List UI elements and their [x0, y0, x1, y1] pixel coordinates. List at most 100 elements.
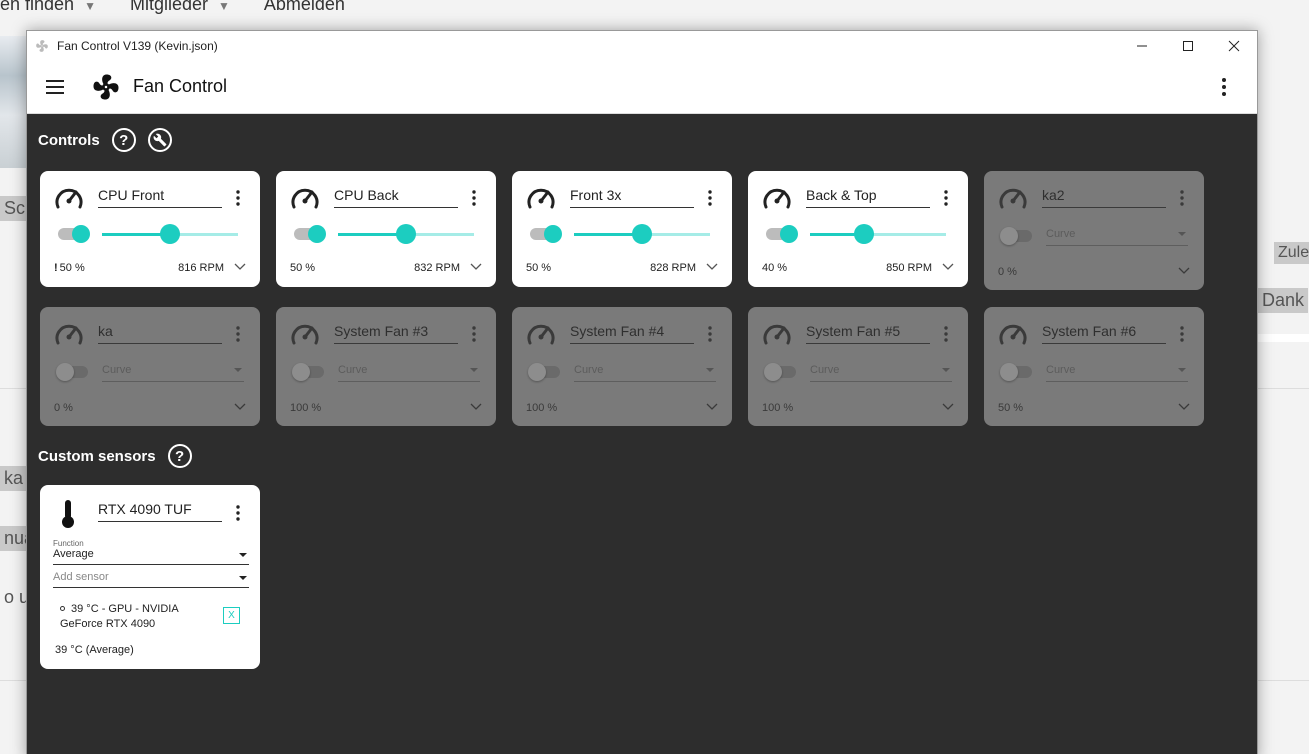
card-more-icon[interactable] [1180, 326, 1184, 342]
fan-speed-slider[interactable] [574, 224, 710, 244]
fan-enable-toggle[interactable] [294, 225, 326, 243]
slider-thumb[interactable] [396, 224, 416, 244]
fan-name-field[interactable]: System Fan #6 [1042, 323, 1166, 344]
expand-chevron-icon[interactable] [706, 403, 718, 411]
gauge-icon [291, 324, 319, 345]
sensor-entry-line2: GeForce RTX 4090 [60, 618, 156, 630]
fan-control-card: ka Curve 0 % [40, 307, 260, 426]
fan-percent: 100 % [290, 402, 322, 414]
fan-control-card: CPU Front! 50 % 816 RPM [40, 171, 260, 287]
fan-name-field[interactable]: System Fan #5 [806, 323, 930, 344]
fan-enable-toggle[interactable] [530, 225, 562, 243]
toggle-knob [780, 225, 798, 243]
expand-chevron-icon[interactable] [942, 263, 954, 271]
sensor-name-field[interactable]: RTX 4090 TUF [98, 501, 222, 522]
card-more-icon[interactable] [236, 190, 240, 206]
dropdown-arrow-icon [1178, 232, 1186, 236]
card-more-icon[interactable] [708, 190, 712, 206]
fan-control-card: System Fan #4 Curve 100 % [512, 307, 732, 426]
toggle-knob [308, 225, 326, 243]
fan-speed-slider[interactable] [102, 224, 238, 244]
fan-percent-value: 50 % [59, 262, 85, 274]
minimize-button[interactable] [1119, 31, 1165, 60]
fan-enable-toggle[interactable] [764, 363, 796, 381]
fan-enable-toggle[interactable] [1000, 227, 1032, 245]
expand-chevron-icon[interactable] [470, 403, 482, 411]
fan-speed-slider[interactable] [810, 224, 946, 244]
expand-chevron-icon[interactable] [942, 403, 954, 411]
curve-select[interactable]: Curve [574, 364, 716, 382]
fan-enable-toggle[interactable] [528, 363, 560, 381]
wrench-icon[interactable] [147, 128, 172, 152]
expand-chevron-icon[interactable] [470, 263, 482, 271]
bg-nav-item: Mitglieder ▼ [129, 0, 230, 14]
curve-select-value: Curve [574, 364, 604, 376]
function-select[interactable]: Average [53, 548, 249, 565]
minimize-icon [1137, 45, 1147, 46]
fan-name-field[interactable]: ka [98, 323, 222, 344]
curve-select[interactable]: Curve [1046, 228, 1188, 246]
fan-name-field[interactable]: System Fan #3 [334, 323, 458, 344]
curve-select[interactable]: Curve [338, 364, 480, 382]
fan-enable-toggle[interactable] [1000, 363, 1032, 381]
slider-thumb[interactable] [854, 224, 875, 244]
curve-select[interactable]: Curve [1046, 364, 1188, 382]
dropdown-arrow-icon [706, 368, 714, 372]
fan-control-card: Front 3x 50 % 828 RPM [512, 171, 732, 287]
bg-label: Dank [1258, 288, 1309, 313]
remove-sensor-button[interactable]: X [223, 607, 240, 624]
fan-name-field[interactable]: CPU Front [98, 187, 222, 208]
controls-help-icon[interactable]: ? [111, 128, 136, 152]
card-more-icon[interactable] [1180, 190, 1184, 206]
more-options-icon[interactable] [1221, 77, 1227, 97]
sensor-entry: 39 °C - GPU - NVIDIA GeForce RTX 4090 [60, 602, 210, 632]
bg-label: Zulet [1274, 242, 1309, 264]
fan-enable-toggle[interactable] [292, 363, 324, 381]
add-sensor-select[interactable]: Add sensor [53, 571, 249, 588]
card-more-icon[interactable] [472, 326, 476, 342]
curve-select[interactable]: Curve [102, 364, 244, 382]
background-nav: en finden ▼ Mitglieder ▼ Abmelden [0, 0, 345, 15]
fan-speed-slider[interactable] [338, 224, 474, 244]
slider-thumb[interactable] [632, 224, 652, 244]
fan-logo-icon [93, 74, 119, 99]
expand-chevron-icon[interactable] [706, 263, 718, 271]
fan-percent: 0 % [998, 266, 1017, 278]
sensor-entry-line1: 39 °C - GPU - NVIDIA [71, 603, 179, 615]
fan-name-field[interactable]: Front 3x [570, 187, 694, 208]
close-button[interactable] [1211, 31, 1257, 60]
expand-chevron-icon[interactable] [1178, 403, 1190, 411]
app-bar: Fan Control [27, 60, 1257, 114]
maximize-button[interactable] [1165, 31, 1211, 60]
slider-thumb[interactable] [160, 224, 180, 244]
gauge-icon [999, 188, 1027, 209]
card-more-icon[interactable] [944, 326, 948, 342]
custom-sensors-help-icon[interactable]: ? [167, 444, 192, 468]
fan-name-field[interactable]: CPU Back [334, 187, 458, 208]
card-more-icon[interactable] [708, 326, 712, 342]
fan-enable-toggle[interactable] [766, 225, 798, 243]
gauge-icon [763, 324, 791, 345]
expand-chevron-icon[interactable] [234, 403, 246, 411]
fan-name-field[interactable]: System Fan #4 [570, 323, 694, 344]
bg-label: ka [0, 466, 28, 491]
title-bar[interactable]: Fan Control V139 (Kevin.json) [27, 31, 1257, 60]
fan-name-field[interactable]: ka2 [1042, 187, 1166, 208]
fan-enable-toggle[interactable] [58, 225, 90, 243]
card-more-icon[interactable] [944, 190, 948, 206]
expand-chevron-icon[interactable] [1178, 267, 1190, 275]
card-more-icon[interactable] [236, 326, 240, 342]
toggle-knob [1000, 363, 1018, 381]
hamburger-menu-icon[interactable] [45, 77, 65, 97]
add-sensor-placeholder: Add sensor [53, 571, 109, 583]
fan-name-field[interactable]: Back & Top [806, 187, 930, 208]
custom-sensors-header: Custom sensors ? [38, 444, 192, 468]
fan-enable-toggle[interactable] [56, 363, 88, 381]
card-more-icon[interactable] [472, 190, 476, 206]
gauge-icon [999, 324, 1027, 345]
sensor-more-icon[interactable] [236, 505, 240, 521]
fan-percent-value: 50 % [290, 262, 316, 274]
expand-chevron-icon[interactable] [234, 263, 246, 271]
curve-select-value: Curve [102, 364, 132, 376]
curve-select[interactable]: Curve [810, 364, 952, 382]
